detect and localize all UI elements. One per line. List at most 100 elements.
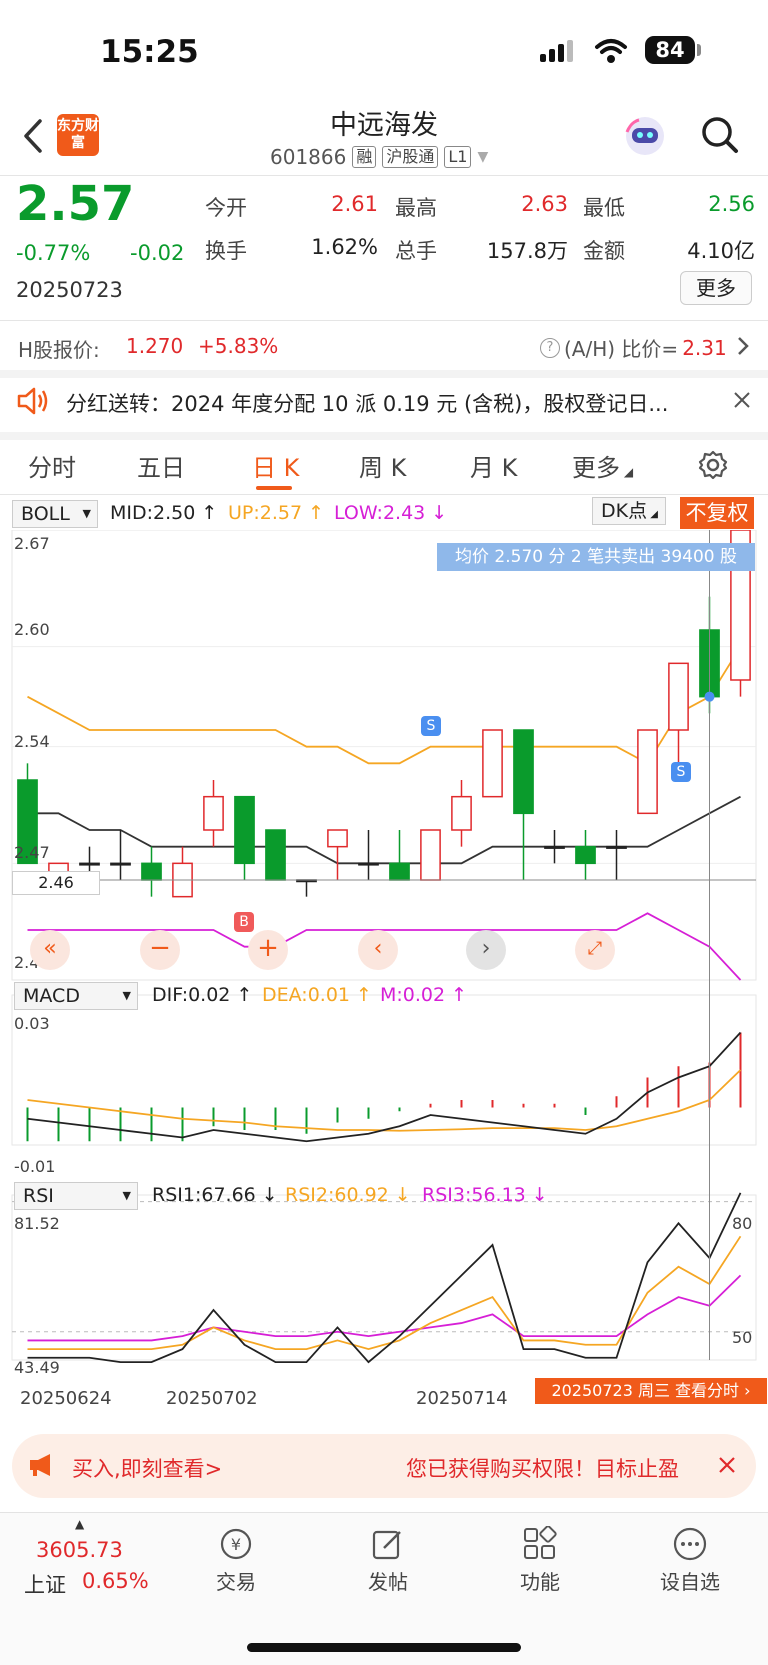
- rsi-select-label: RSI: [23, 1185, 54, 1207]
- ad-right-text[interactable]: 您已获得购买权限！目标止盈: [406, 1453, 706, 1483]
- sh-index-change[interactable]: 0.65%: [82, 1569, 149, 1593]
- dividend-notice[interactable]: 分红送转：2024 年度分配 10 派 0.19 元 (含税)，股权登记日...: [66, 388, 706, 418]
- macd-select-label: MACD: [23, 985, 80, 1007]
- nav-watchlist[interactable]: 设自选: [630, 1566, 750, 1595]
- sh-index-value[interactable]: 3605.73: [36, 1538, 123, 1562]
- x-date: 20250702: [166, 1388, 258, 1409]
- candle-body: [482, 729, 503, 798]
- x-date: 20250714: [416, 1388, 508, 1409]
- caret-icon: ◢: [647, 509, 658, 520]
- stock-subtitle[interactable]: 601866 融 沪股通 L1 ▼: [270, 145, 488, 169]
- add-watchlist-icon[interactable]: [672, 1526, 708, 1562]
- view-intraday-badge[interactable]: 20250723 周三 查看分时 ›: [535, 1378, 767, 1404]
- candle-body: [420, 829, 441, 881]
- zoom-in-button[interactable]: +: [248, 930, 288, 970]
- section-gap: [0, 432, 768, 440]
- macd-m-value: M:0.02: [380, 984, 446, 1006]
- high-value: 2.63: [521, 192, 568, 216]
- zoom-out-button[interactable]: −: [140, 930, 180, 970]
- chevron-down-icon: ▼: [477, 149, 489, 165]
- caret-icon: ◢: [620, 465, 634, 479]
- date-badge-text: 20250723 周三 查看分时: [551, 1381, 740, 1400]
- turnover-label: 换手: [205, 239, 247, 263]
- y-label: 2.60: [14, 620, 50, 639]
- macd-m: M:0.02 ↑: [380, 984, 468, 1006]
- post-icon[interactable]: [370, 1526, 406, 1562]
- boll-indicator-select[interactable]: BOLL ▼: [12, 500, 98, 528]
- divider: [0, 320, 768, 321]
- status-time: 15:25: [100, 34, 199, 70]
- rsi-y-top: 81.52: [14, 1214, 60, 1233]
- scroll-left-button[interactable]: ‹: [358, 930, 398, 970]
- boll-mid-value: MID:2.50: [110, 502, 196, 524]
- dropdown-caret-icon: ▼: [122, 989, 131, 1002]
- sh-index-name[interactable]: 上证: [24, 1569, 66, 1599]
- boll-up-value: UP:2.57: [228, 502, 303, 524]
- sell-marker[interactable]: S: [671, 762, 691, 782]
- last-price: 2.57: [16, 176, 135, 232]
- change-abs: -0.02: [130, 241, 185, 265]
- rsi-panel: [27, 1192, 742, 1364]
- ah-label: (A/H) 比价=: [564, 337, 679, 361]
- candles: [17, 530, 751, 898]
- macd-dea: DEA:0.01 ↑: [262, 984, 372, 1006]
- kline-chart[interactable]: [0, 530, 768, 1410]
- settings-gear-icon[interactable]: [697, 449, 729, 481]
- macd-y-bottom: -0.01: [14, 1157, 56, 1176]
- candle-body: [79, 862, 100, 866]
- tag-margin: 融: [352, 146, 377, 168]
- trade-icon[interactable]: ¥: [216, 1526, 256, 1562]
- dropdown-caret-icon: ▼: [82, 507, 91, 520]
- tab-5day[interactable]: 五日: [137, 448, 185, 483]
- tab-more-label: 更多: [572, 454, 620, 482]
- quote-date: 20250723: [16, 278, 123, 302]
- dk-point-toggle[interactable]: DK点 ◢: [592, 497, 666, 525]
- battery-indicator: 84: [645, 36, 695, 64]
- scroll-far-left-button[interactable]: «: [30, 930, 70, 970]
- more-quote-button[interactable]: 更多: [680, 271, 752, 305]
- candle-body: [110, 862, 131, 866]
- rsi-indicator-select[interactable]: RSI ▼: [14, 1182, 138, 1210]
- no-adjust-button[interactable]: 不复权: [680, 497, 754, 529]
- active-tab-indicator: [256, 486, 292, 490]
- tab-daily-k[interactable]: 日 K: [252, 448, 299, 483]
- ah-value: 2.31: [682, 335, 727, 360]
- change-pct: -0.77%: [16, 241, 91, 265]
- fullscreen-icon[interactable]: ⤢: [575, 930, 615, 970]
- rsi3: RSI3:56.13 ↓: [422, 1184, 548, 1206]
- candle-body: [575, 845, 596, 865]
- macd-indicator-select[interactable]: MACD ▼: [14, 982, 138, 1010]
- candle-body: [358, 862, 379, 866]
- help-icon: ?: [540, 337, 560, 358]
- candle-body: [544, 845, 565, 849]
- nav-post[interactable]: 发帖: [328, 1566, 448, 1595]
- close-icon[interactable]: [718, 1456, 736, 1474]
- y-label: 2.67: [14, 534, 50, 553]
- macd-dif-value: DIF:0.02: [152, 984, 231, 1006]
- ad-left-text[interactable]: 买入,即刻查看>: [72, 1453, 252, 1483]
- sell-marker[interactable]: S: [421, 716, 441, 736]
- buy-marker[interactable]: B: [234, 912, 254, 932]
- boll-up: UP:2.57 ↑: [228, 502, 325, 524]
- status-bar: 15:25 84: [0, 0, 768, 100]
- candle-body: [668, 662, 689, 731]
- tab-weekly-k[interactable]: 周 K: [359, 448, 406, 483]
- candle-body: [513, 729, 534, 815]
- nav-functions[interactable]: 功能: [480, 1566, 600, 1595]
- tab-monthly-k[interactable]: 月 K: [470, 448, 517, 483]
- search-icon[interactable]: [700, 115, 740, 155]
- ah-ratio[interactable]: ? (A/H) 比价= 2.31: [540, 333, 727, 362]
- macd-panel: [26, 1031, 742, 1143]
- robot-assistant-icon[interactable]: [623, 114, 667, 158]
- close-icon[interactable]: [732, 390, 752, 410]
- chevron-right-icon[interactable]: [736, 335, 750, 357]
- functions-icon[interactable]: [522, 1526, 558, 1562]
- tab-more[interactable]: 更多 ◢: [572, 448, 633, 483]
- scroll-right-button[interactable]: ›: [466, 930, 506, 970]
- tab-intraday[interactable]: 分时: [28, 448, 76, 483]
- rsi1-value: RSI1:67.66: [152, 1184, 256, 1206]
- tag-connect: 沪股通: [382, 146, 439, 168]
- nav-trade[interactable]: 交易: [176, 1566, 296, 1595]
- candle-body: [234, 795, 255, 865]
- dropdown-caret-icon: ▼: [122, 1189, 131, 1202]
